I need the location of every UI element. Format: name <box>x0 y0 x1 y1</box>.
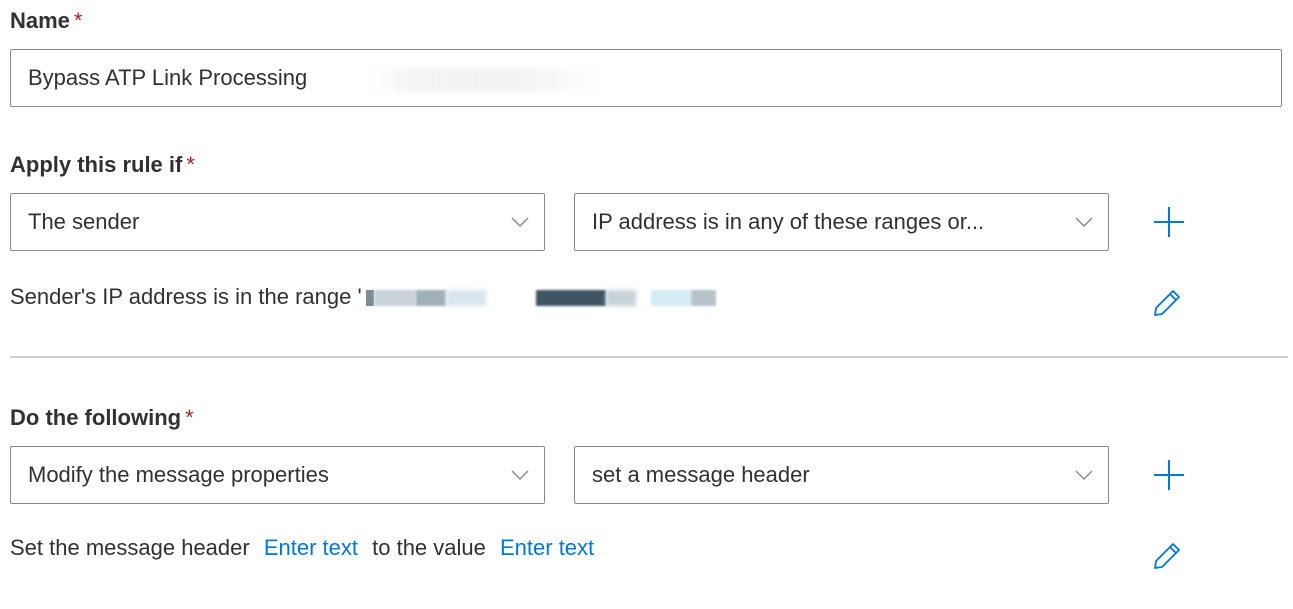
header-name-link[interactable]: Enter text <box>264 535 358 560</box>
action-desc-middle: to the value <box>372 535 486 560</box>
name-input[interactable]: Bypass ATP Link Processing <box>10 49 1282 107</box>
chevron-down-icon <box>1064 447 1104 503</box>
action-detail-value: set a message header <box>592 462 810 487</box>
plus-icon <box>1154 207 1184 237</box>
name-label: Name * <box>10 8 82 34</box>
required-marker: * <box>185 405 194 430</box>
edit-action-button[interactable] <box>1149 538 1185 574</box>
action-label: Do the following * <box>10 405 194 431</box>
name-input-value: Bypass ATP Link Processing <box>28 65 308 90</box>
redacted-blur <box>371 68 601 92</box>
action-type-value: Modify the message properties <box>28 462 329 487</box>
pencil-icon <box>1154 543 1180 569</box>
header-value-link[interactable]: Enter text <box>500 535 594 560</box>
condition-description: Sender's IP address is in the range ' <box>10 284 726 310</box>
edit-condition-button[interactable] <box>1149 285 1185 321</box>
action-type-dropdown[interactable]: Modify the message properties <box>10 446 545 504</box>
add-action-button[interactable] <box>1149 455 1189 495</box>
condition-label: Apply this rule if * <box>10 152 195 178</box>
section-divider <box>10 356 1288 358</box>
redacted-ip-range <box>365 286 726 310</box>
chevron-down-icon <box>500 447 540 503</box>
condition-label-text: Apply this rule if <box>10 152 183 177</box>
condition-subject-value: The sender <box>28 209 140 234</box>
action-description: Set the message header Enter text to the… <box>10 535 594 561</box>
required-marker: * <box>186 152 195 177</box>
chevron-down-icon <box>500 194 540 250</box>
action-desc-prefix: Set the message header <box>10 535 250 560</box>
required-marker: * <box>73 8 83 33</box>
condition-description-text: Sender's IP address is in the range ' <box>10 284 362 309</box>
action-detail-dropdown[interactable]: set a message header <box>574 446 1109 504</box>
plus-icon <box>1154 460 1184 490</box>
condition-predicate-value: IP address is in any of these ranges or.… <box>592 209 985 234</box>
name-label-text: Name <box>10 8 70 33</box>
condition-predicate-dropdown[interactable]: IP address is in any of these ranges or.… <box>574 193 1109 251</box>
pencil-icon <box>1154 290 1180 316</box>
action-label-text: Do the following <box>10 405 182 430</box>
chevron-down-icon <box>1064 194 1104 250</box>
add-condition-button[interactable] <box>1149 202 1189 242</box>
condition-subject-dropdown[interactable]: The sender <box>10 193 545 251</box>
